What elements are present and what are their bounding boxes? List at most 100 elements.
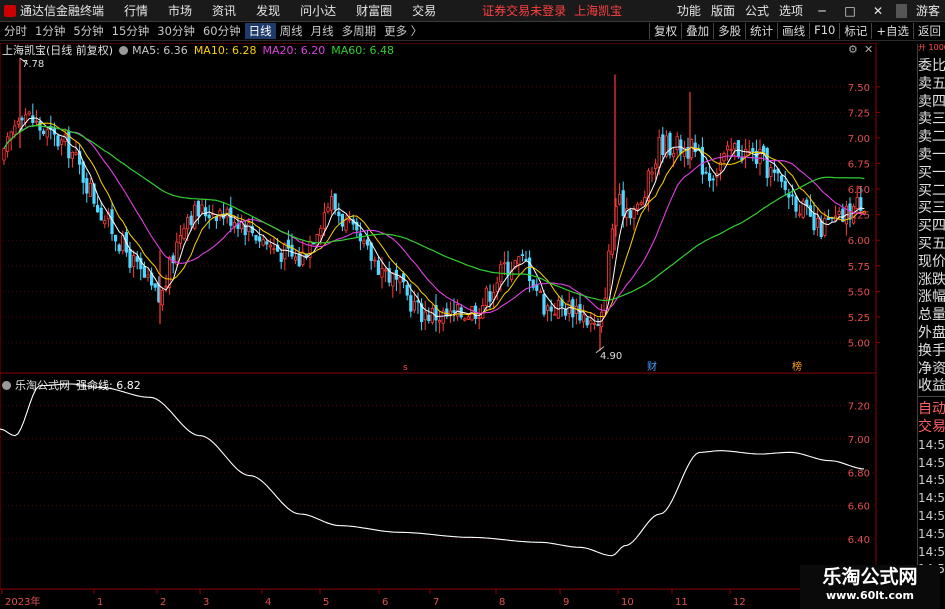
close-icon[interactable]: ✕: [864, 4, 892, 18]
side-item: 卖四: [918, 93, 945, 110]
tool-draw-line[interactable]: 画线: [777, 23, 809, 39]
period-tab-daily[interactable]: 日线: [244, 23, 276, 39]
candle-body: [826, 217, 831, 220]
candle-body: [135, 256, 139, 262]
candle-body: [31, 115, 35, 123]
menu-item-wealth[interactable]: 财富圈: [346, 2, 402, 19]
side-item: 卖三: [918, 111, 945, 128]
side-trade[interactable]: 交易: [918, 419, 945, 437]
candle-body: [16, 120, 21, 125]
candle-body: [477, 317, 481, 320]
ma60-line: [3, 124, 865, 302]
period-tab-30min[interactable]: 30分钟: [153, 23, 199, 39]
period-tab-multi[interactable]: 多周期: [338, 23, 381, 39]
candle-body: [708, 173, 712, 181]
candle-body: [257, 236, 262, 242]
tool-mark[interactable]: 标记: [839, 23, 871, 39]
candle-body: [293, 256, 298, 261]
side-item: 总量: [918, 307, 945, 324]
candle-body: [754, 150, 759, 165]
candle-body: [636, 203, 640, 210]
candle-body: [175, 241, 179, 265]
candle-body: [639, 202, 643, 205]
candle-body: [333, 193, 337, 210]
tool-overlay[interactable]: 叠加: [681, 23, 713, 39]
candle-body: [488, 291, 492, 302]
low-price-label: 4.90: [600, 351, 622, 362]
tool-statistics[interactable]: 统计: [745, 23, 777, 39]
menu-item-trade[interactable]: 交易: [402, 2, 446, 19]
guest-label[interactable]: 游客: [911, 2, 945, 19]
candle-body: [142, 266, 146, 278]
tool-adjust[interactable]: 复权: [649, 23, 681, 39]
tool-f10[interactable]: F10: [809, 23, 839, 39]
login-notice[interactable]: 证券交易未登录: [482, 2, 566, 19]
menu-options[interactable]: 选项: [774, 2, 808, 19]
candle-body: [207, 214, 211, 219]
period-tab-intraday[interactable]: 分时: [0, 23, 31, 39]
kline-chart[interactable]: 7.78 4.90 s 财 榜 7.50 7.25 7.00 6.75 6.50 6.25…: [0, 43, 917, 609]
ma10-line: [3, 122, 865, 318]
side-item: 卖五: [918, 75, 945, 92]
menu-formula[interactable]: 公式: [740, 2, 774, 19]
candle-body: [247, 222, 251, 232]
x-tick-label: 9: [563, 597, 569, 608]
menu-function[interactable]: 功能: [672, 2, 706, 19]
candle-body: [146, 274, 150, 278]
menu-item-market[interactable]: 市场: [158, 2, 202, 19]
menu-item-discover[interactable]: 发现: [246, 2, 290, 19]
indicator-tick-label: 6.40: [848, 535, 870, 546]
candle-body: [657, 137, 661, 168]
menu-separator: [895, 3, 907, 18]
period-tab-more[interactable]: 更多 〉: [380, 23, 426, 39]
candle-body: [99, 207, 103, 221]
candle-body: [427, 314, 431, 321]
period-tab-5min[interactable]: 5分钟: [69, 23, 107, 39]
candle-body: [315, 234, 319, 246]
maximize-icon[interactable]: □: [836, 4, 864, 18]
side-item: 买五: [918, 235, 945, 252]
menu-item-news[interactable]: 资讯: [202, 2, 246, 19]
candle-body: [733, 143, 737, 150]
candle-body: [628, 210, 633, 219]
side-time: 14:56: [918, 473, 945, 488]
period-tab-15min[interactable]: 15分钟: [108, 23, 154, 39]
candle-body: [772, 169, 777, 173]
candle-body: [365, 239, 370, 246]
candle-body: [279, 252, 283, 262]
candle-body: [855, 196, 859, 210]
side-item: 卖二: [918, 129, 945, 146]
x-tick-label: 7: [433, 597, 439, 608]
candle-body: [254, 234, 258, 241]
candle-body: [585, 317, 589, 326]
candle-body: [42, 130, 46, 135]
period-tab-monthly[interactable]: 月线: [307, 23, 338, 39]
indicator-line: [0, 383, 865, 557]
indicator-tick-label: 7.20: [848, 402, 870, 413]
tool-multi-stock[interactable]: 多股: [713, 23, 745, 39]
candle-body: [582, 314, 586, 323]
event-marker-rank: 榜: [792, 360, 802, 373]
candle-body: [668, 132, 672, 156]
watermark-url: www.60lt.com: [825, 589, 915, 602]
candle-body: [60, 139, 64, 145]
minimize-icon[interactable]: ─: [808, 4, 836, 18]
candle-body: [182, 228, 186, 239]
x-tick-label: 8: [499, 597, 505, 608]
side-auto[interactable]: 自动: [918, 401, 945, 419]
period-tab-60min[interactable]: 60分钟: [199, 23, 245, 39]
menu-item-ask[interactable]: 问小达: [290, 2, 346, 19]
candle-body: [841, 208, 845, 222]
period-tab-weekly[interactable]: 周线: [276, 23, 307, 39]
period-tab-1min[interactable]: 1分钟: [31, 23, 69, 39]
tool-back[interactable]: 返回: [913, 23, 945, 39]
indicator-tick-label: 6.60: [848, 502, 870, 513]
candle-body: [88, 182, 92, 197]
candle-body: [376, 260, 381, 275]
price-tick-label: 6.75: [848, 160, 870, 171]
tool-add-watchlist[interactable]: +自选: [871, 23, 913, 39]
menu-layout[interactable]: 版面: [706, 2, 740, 19]
app-logo-icon: [4, 4, 16, 17]
menu-item-quotes[interactable]: 行情: [114, 2, 158, 19]
candle-body: [819, 220, 823, 238]
